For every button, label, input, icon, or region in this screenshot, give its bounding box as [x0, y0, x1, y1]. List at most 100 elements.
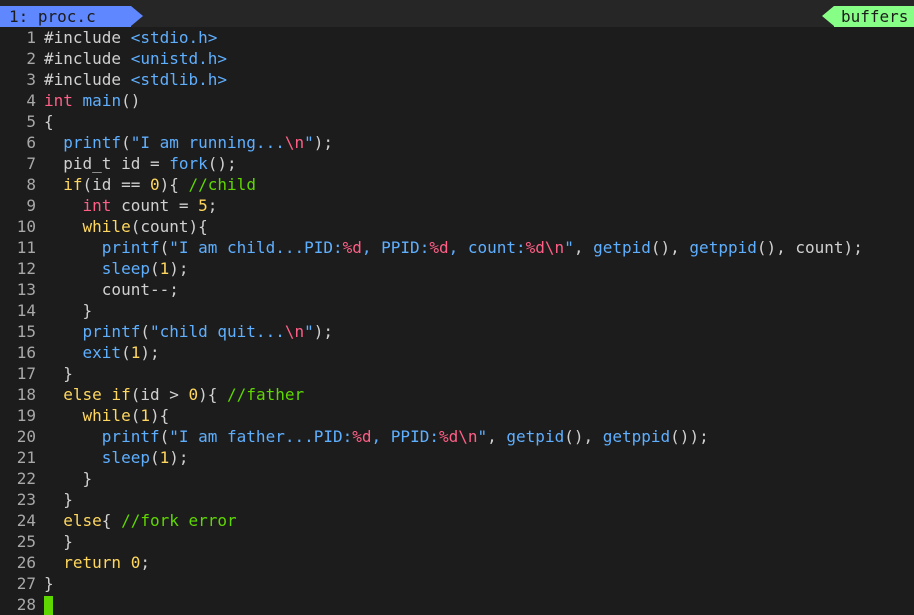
- code-token: %d\n: [525, 238, 565, 257]
- code-line[interactable]: 3 #include <stdlib.h>: [0, 69, 914, 90]
- code-token: 0: [130, 553, 141, 572]
- code-token: {: [44, 112, 54, 131]
- code-token: #include: [44, 28, 131, 47]
- code-token: ();: [207, 154, 237, 173]
- line-text: printf("I am father...PID:%d, PPID:%d\n"…: [44, 427, 709, 446]
- line-number: 27: [16, 574, 36, 593]
- code-token: );: [169, 259, 189, 278]
- code-token: "I am child...PID:: [169, 238, 343, 257]
- code-line[interactable]: 23 }: [0, 489, 914, 510]
- line-number: 21: [16, 448, 36, 467]
- code-line[interactable]: 14 }: [0, 300, 914, 321]
- line-number: 10: [16, 217, 36, 236]
- code-token: count =: [111, 196, 199, 215]
- code-line[interactable]: 8 if(id == 0){ //child: [0, 174, 914, 195]
- code-line[interactable]: 19 while(1){: [0, 405, 914, 426]
- code-token: sleep: [101, 259, 150, 278]
- code-line[interactable]: 10 while(count){: [0, 216, 914, 237]
- code-line[interactable]: 15 printf("child quit...\n");: [0, 321, 914, 342]
- code-editor[interactable]: 1 #include <stdio.h> 2 #include <unistd.h> 3…: [0, 27, 914, 615]
- code-token: );: [140, 343, 160, 362]
- code-token: {: [101, 511, 122, 530]
- code-token: (: [159, 238, 170, 257]
- code-token: ,: [573, 238, 594, 257]
- code-line[interactable]: 9 int count = 5;: [0, 195, 914, 216]
- code-line[interactable]: 13 count--;: [0, 279, 914, 300]
- code-line[interactable]: 1 #include <stdio.h>: [0, 27, 914, 48]
- code-line[interactable]: 21 sleep(1);: [0, 447, 914, 468]
- code-token: pid_t id =: [44, 154, 170, 173]
- line-number: 24: [16, 511, 36, 530]
- code-token: (count){: [130, 217, 208, 236]
- line-text: }: [44, 301, 93, 320]
- code-line[interactable]: 25 }: [0, 531, 914, 552]
- code-line[interactable]: 12 sleep(1);: [0, 258, 914, 279]
- code-line[interactable]: 4 int main(): [0, 90, 914, 111]
- code-token: exit: [82, 343, 122, 362]
- code-token: //fork error: [121, 511, 237, 530]
- code-line[interactable]: 6 printf("I am running...\n");: [0, 132, 914, 153]
- code-line[interactable]: 2 #include <unistd.h>: [0, 48, 914, 69]
- tab-proc-c[interactable]: 1: proc.c: [0, 6, 131, 27]
- code-token: (: [159, 427, 170, 446]
- line-text: count--;: [44, 280, 179, 299]
- code-line[interactable]: 11 printf("I am child...PID:%d, PPID:%d,…: [0, 237, 914, 258]
- code-token: 0: [188, 385, 199, 404]
- line-number: 9: [26, 196, 36, 215]
- code-token: (: [130, 406, 141, 425]
- code-token: (): [121, 91, 141, 110]
- code-token: ,: [487, 427, 507, 446]
- code-token: #include: [44, 49, 131, 68]
- code-token: (), count);: [756, 238, 863, 257]
- code-token: main: [82, 91, 122, 110]
- code-token: printf: [63, 133, 122, 152]
- code-line[interactable]: 17 }: [0, 363, 914, 384]
- code-token: getpid: [593, 238, 651, 257]
- code-token: ": [477, 427, 488, 446]
- text-cursor: [44, 596, 53, 615]
- code-token: }: [44, 301, 93, 320]
- code-line[interactable]: 18 else if(id > 0){ //father: [0, 384, 914, 405]
- code-token: (),: [564, 427, 603, 446]
- code-line[interactable]: 7 pid_t id = fork();: [0, 153, 914, 174]
- line-text: if(id == 0){ //child: [44, 175, 256, 194]
- line-number: 11: [16, 238, 36, 257]
- code-token: }: [44, 469, 93, 488]
- code-line[interactable]: 27}: [0, 573, 914, 594]
- code-token: );: [313, 322, 333, 341]
- line-number: 4: [26, 91, 36, 110]
- line-text: #include <unistd.h>: [44, 49, 227, 68]
- code-line[interactable]: 5{: [0, 111, 914, 132]
- line-text: pid_t id = fork();: [44, 154, 237, 173]
- code-token: }: [44, 490, 73, 509]
- code-line[interactable]: 28: [0, 594, 914, 615]
- code-line[interactable]: 24 else{ //fork error: [0, 510, 914, 531]
- code-line[interactable]: 22 }: [0, 468, 914, 489]
- code-line[interactable]: 26 return 0;: [0, 552, 914, 573]
- line-text: #include <stdio.h>: [44, 28, 217, 47]
- buffers-label: buffers: [834, 6, 914, 27]
- line-number: 2: [26, 49, 36, 68]
- code-token: ){: [159, 175, 189, 194]
- code-token: #include: [44, 70, 131, 89]
- line-number: 22: [16, 469, 36, 488]
- code-token: printf: [101, 238, 160, 257]
- code-line[interactable]: 20 printf("I am father...PID:%d, PPID:%d…: [0, 426, 914, 447]
- code-token: ;: [207, 196, 218, 215]
- line-number: 3: [26, 70, 36, 89]
- line-text: }: [44, 490, 73, 509]
- code-line[interactable]: 16 exit(1);: [0, 342, 914, 363]
- code-token: return: [63, 553, 122, 572]
- line-number: 25: [16, 532, 36, 551]
